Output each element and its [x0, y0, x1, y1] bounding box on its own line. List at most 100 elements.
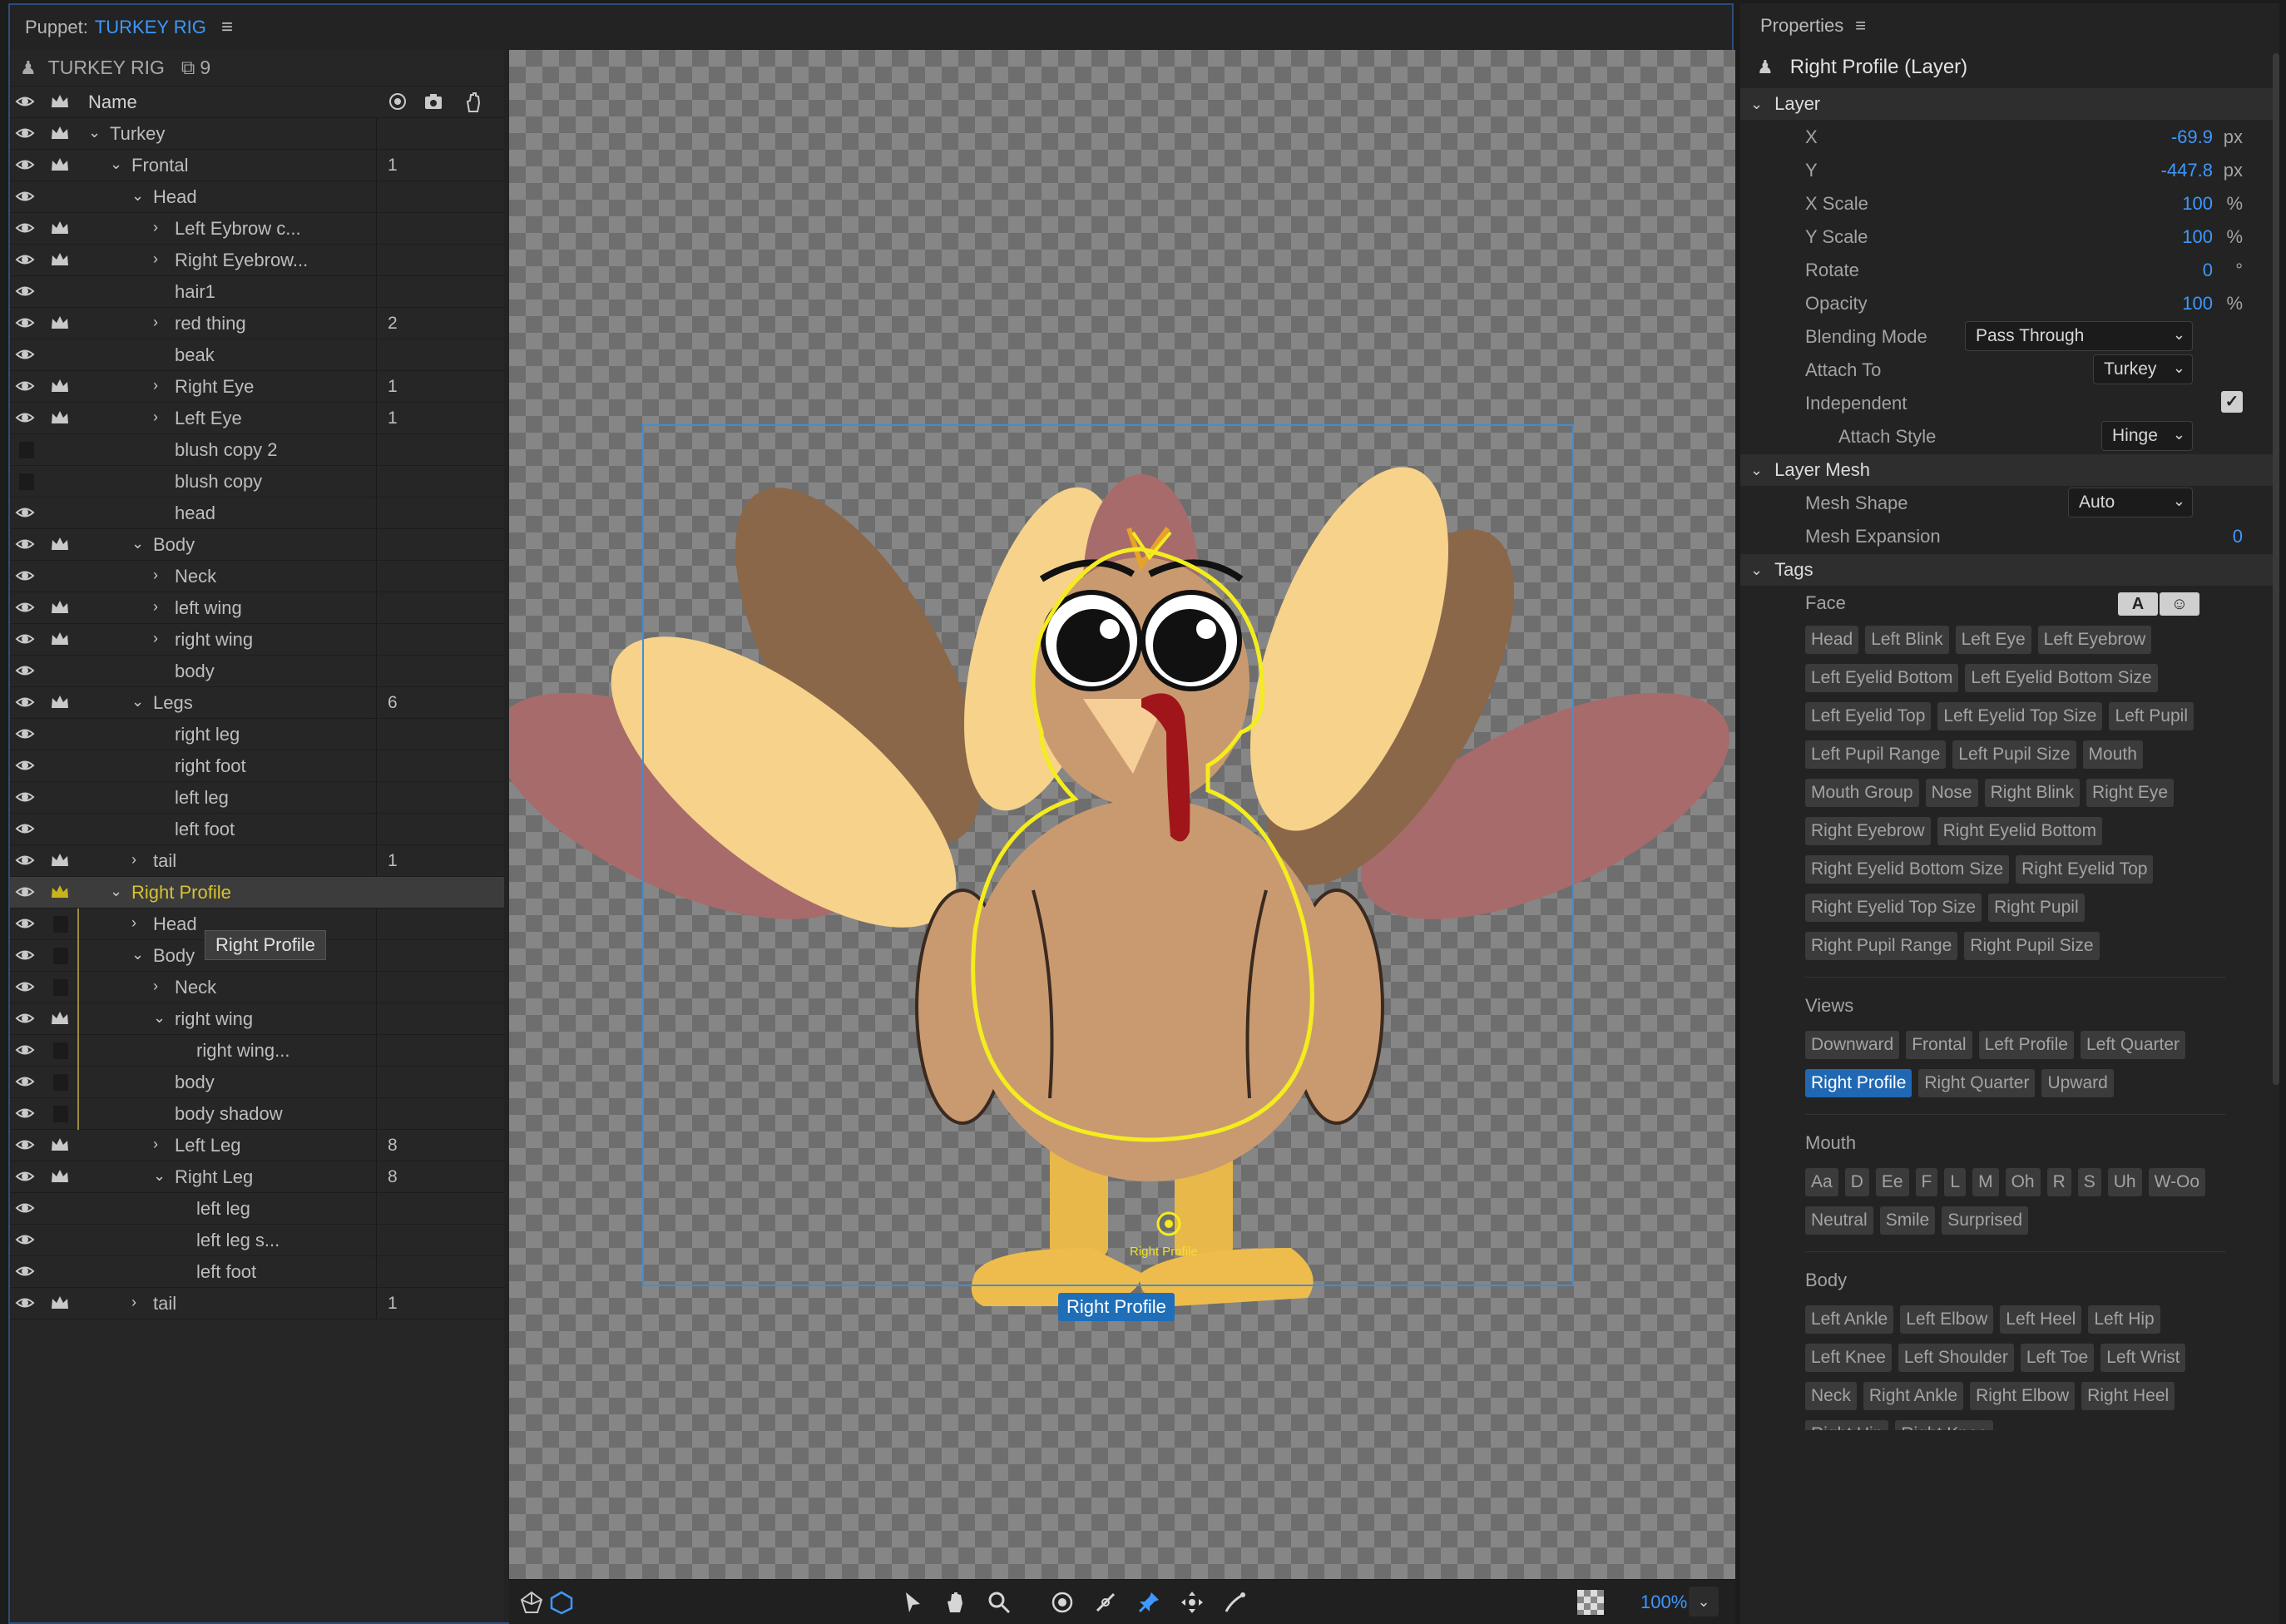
tag-button[interactable]: Right Hip [1805, 1420, 1889, 1430]
tag-button[interactable]: Nose [1925, 779, 1978, 807]
tree-row[interactable]: left foot [10, 814, 504, 845]
crown-icon[interactable] [50, 1010, 68, 1027]
text-tag-view-button[interactable]: A [2118, 592, 2158, 616]
chevron-down-icon[interactable]: ⌄ [88, 124, 101, 141]
section-layer-mesh[interactable]: ⌄ Layer Mesh [1740, 454, 2279, 486]
eye-icon[interactable] [15, 788, 35, 806]
eye-icon[interactable] [15, 408, 35, 427]
eye-icon[interactable] [15, 1136, 35, 1154]
eye-icon[interactable] [15, 535, 35, 553]
tag-button[interactable]: Right Elbow [1970, 1382, 2076, 1410]
crown-column-icon[interactable] [50, 93, 70, 115]
tag-button[interactable]: Neutral [1805, 1206, 1873, 1235]
tag-button[interactable]: Right Ankle [1863, 1382, 1964, 1410]
section-tags[interactable]: ⌄ Tags [1740, 554, 2279, 586]
tree-row[interactable]: left foot [10, 1256, 504, 1288]
tag-button[interactable]: Left Toe [2020, 1344, 2095, 1372]
tree-row[interactable]: ⌄ Legs 6 [10, 687, 504, 719]
panel-menu-icon[interactable]: ≡ [1855, 15, 1866, 37]
chevron-right-icon[interactable]: › [153, 314, 158, 331]
crown-toggle[interactable] [53, 979, 68, 996]
draggable-tool-icon[interactable] [1223, 1590, 1248, 1615]
eye-icon[interactable] [15, 819, 35, 838]
chevron-down-icon[interactable]: ⌄ [131, 693, 144, 710]
section-layer[interactable]: ⌄ Layer [1740, 88, 2279, 120]
crown-toggle[interactable] [53, 916, 68, 933]
eye-icon[interactable] [15, 883, 35, 901]
blending-mode-dropdown[interactable]: Pass Through ⌄ [1965, 321, 2193, 351]
tree-row[interactable]: left leg [10, 1193, 504, 1225]
crown-icon[interactable] [50, 599, 68, 616]
chevron-right-icon[interactable]: › [131, 851, 136, 869]
tag-button[interactable]: Smile [1879, 1206, 1936, 1235]
tag-button[interactable]: Right Heel [2081, 1382, 2175, 1410]
tree-row[interactable]: left leg [10, 782, 504, 814]
eye-icon[interactable] [15, 1104, 35, 1122]
tag-button[interactable]: F [1915, 1168, 1938, 1196]
tag-button[interactable]: Right Pupil Size [1964, 932, 2100, 960]
tree-row[interactable]: › Neck [10, 972, 504, 1003]
chevron-right-icon[interactable]: › [131, 1294, 136, 1311]
eye-icon[interactable] [15, 946, 35, 964]
crown-icon[interactable] [50, 378, 68, 394]
tag-button[interactable]: Downward [1805, 1031, 1900, 1059]
tag-button[interactable]: S [2077, 1168, 2101, 1196]
tag-button[interactable]: Aa [1805, 1168, 1838, 1196]
mesh-shape-dropdown[interactable]: Auto ⌄ [2068, 488, 2193, 517]
tag-button[interactable]: Left Eyelid Bottom [1805, 664, 1959, 692]
prop-x-value[interactable]: -69.9 [2171, 126, 2213, 148]
tag-button[interactable]: Left Wrist [2100, 1344, 2186, 1372]
eye-icon[interactable] [15, 1167, 35, 1186]
eye-icon[interactable] [15, 630, 35, 648]
tag-button[interactable]: Left Pupil Size [1952, 740, 2076, 769]
eye-icon[interactable] [15, 156, 35, 174]
chevron-right-icon[interactable]: › [131, 914, 136, 932]
chevron-down-icon[interactable]: ⌄ [131, 946, 144, 963]
tree-row[interactable]: right foot [10, 750, 504, 782]
chevron-right-icon[interactable]: › [153, 598, 158, 616]
tree-row[interactable]: › left wing [10, 592, 504, 624]
dragger-tool-icon[interactable] [1180, 1590, 1205, 1615]
tag-button[interactable]: Right Eyelid Bottom Size [1805, 855, 2010, 884]
tree-row[interactable]: blush copy 2 [10, 434, 504, 466]
tag-button[interactable]: Left Ankle [1805, 1305, 1894, 1334]
tag-button[interactable]: Left Heel [2000, 1305, 2082, 1334]
crown-icon[interactable] [50, 852, 68, 869]
tag-button[interactable]: Left Pupil [2109, 702, 2194, 730]
crown-icon[interactable] [50, 631, 68, 647]
tag-button[interactable]: M [1972, 1168, 1999, 1196]
eye-icon[interactable] [15, 282, 35, 300]
prop-mesh-expansion-value[interactable]: 0 [2233, 526, 2243, 547]
origin-column-icon[interactable] [388, 92, 408, 116]
tag-button[interactable]: Left Eyelid Top [1805, 702, 1932, 730]
tag-button[interactable]: Mouth [2082, 740, 2143, 769]
tag-button[interactable]: Left Knee [1805, 1344, 1892, 1372]
tag-button[interactable]: Left Pupil Range [1805, 740, 1947, 769]
crown-icon[interactable] [50, 1168, 68, 1185]
chevron-right-icon[interactable]: › [153, 408, 158, 426]
tag-button[interactable]: Left Eyelid Bottom Size [1965, 664, 2158, 692]
tag-button[interactable]: Left Shoulder [1898, 1344, 2014, 1372]
prop-y-value[interactable]: -447.8 [2161, 160, 2213, 181]
eye-icon[interactable] [15, 1041, 35, 1059]
camera-column-icon[interactable] [423, 92, 444, 116]
visibility-toggle[interactable] [19, 473, 34, 490]
stick-tool-icon[interactable] [1093, 1590, 1118, 1615]
crown-toggle[interactable] [53, 1106, 68, 1122]
tree-row[interactable]: › Left Leg 8 [10, 1130, 504, 1161]
panel-menu-icon[interactable]: ≡ [221, 16, 233, 39]
crown-icon[interactable] [50, 694, 68, 710]
tag-button[interactable]: Right Eyebrow [1805, 817, 1931, 845]
tree-row[interactable]: hair1 [10, 276, 504, 308]
chevron-right-icon[interactable]: › [153, 250, 158, 268]
tag-button[interactable]: Right Eyelid Bottom [1937, 817, 2102, 845]
attach-to-dropdown[interactable]: Turkey ⌄ [2093, 354, 2193, 384]
tree-row[interactable]: right wing... [10, 1035, 504, 1067]
chevron-down-icon[interactable]: ⌄ [153, 1009, 166, 1027]
prop-rotate-value[interactable]: 0 [2203, 260, 2213, 281]
tag-button[interactable]: L [1944, 1168, 1967, 1196]
eye-column-icon[interactable] [15, 92, 35, 116]
rig-mode-icon[interactable] [519, 1590, 544, 1615]
eye-icon[interactable] [15, 567, 35, 585]
smiley-tag-view-icon[interactable]: ☺ [2160, 592, 2199, 616]
